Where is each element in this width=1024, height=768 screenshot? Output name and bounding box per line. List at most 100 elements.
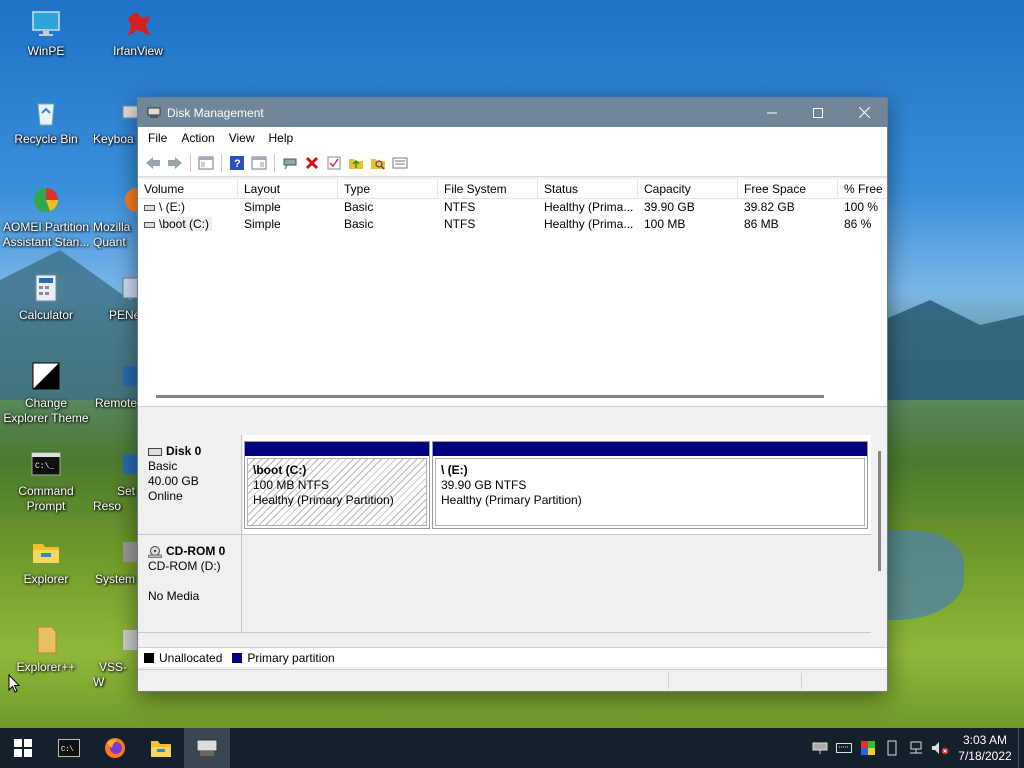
properties-button[interactable] xyxy=(389,152,411,174)
horizontal-scrollbar[interactable] xyxy=(156,395,824,398)
cell-percent-free: 86 % xyxy=(844,217,872,231)
properties-icon xyxy=(392,157,408,168)
desktop-icon-system[interactable]: System xyxy=(93,536,137,587)
delete-button[interactable] xyxy=(301,152,323,174)
column-header-layout[interactable]: Layout xyxy=(238,179,338,198)
column-header-capacity[interactable]: Capacity xyxy=(638,179,738,198)
scrollbar-thumb[interactable] xyxy=(878,451,881,571)
table-row[interactable]: \ (E:) Simple Basic NTFS Healthy (Prima.… xyxy=(138,199,887,216)
help-icon: ? xyxy=(230,155,244,170)
network-icon xyxy=(122,277,137,299)
maximize-button[interactable] xyxy=(795,98,841,127)
status-bar xyxy=(138,669,887,691)
connect-button[interactable] xyxy=(279,152,301,174)
title-bar[interactable]: Disk Management xyxy=(138,98,887,127)
desktop-icon-keyboard[interactable]: Keyboa xyxy=(93,96,137,147)
help-button[interactable]: ? xyxy=(226,152,248,174)
menu-help[interactable]: Help xyxy=(262,131,301,145)
tray-network[interactable] xyxy=(904,728,928,768)
vss-icon xyxy=(123,630,137,650)
desktop-icon-command-prompt[interactable]: C:\_ Command Prompt xyxy=(1,448,91,514)
disk-management-window[interactable]: Disk Management File Action View Help ? … xyxy=(137,97,888,692)
table-row[interactable]: \boot (C:) Simple Basic NTFS Healthy (Pr… xyxy=(138,216,887,233)
desktop-icon-winpe[interactable]: WinPE xyxy=(1,8,91,59)
close-button[interactable] xyxy=(841,98,887,127)
desktop-icon-aomei[interactable]: AOMEI Partition Assistant Stan... xyxy=(1,184,91,250)
column-header-type[interactable]: Type xyxy=(338,179,438,198)
desktop-icon-remote[interactable]: Remote xyxy=(93,360,137,411)
svg-text:C:\_: C:\_ xyxy=(35,462,54,471)
folder-up-button[interactable] xyxy=(345,152,367,174)
cdrom-0-drive: CD-ROM (D:) xyxy=(148,559,221,573)
menu-bar: File Action View Help xyxy=(138,127,887,149)
desktop-icon-penetwork[interactable]: PENe xyxy=(93,272,137,323)
color-app-icon xyxy=(861,741,875,755)
desktop-icon-firefox[interactable]: Mozilla Quant xyxy=(93,184,137,250)
taskbar-disk-management[interactable] xyxy=(184,728,230,768)
console-tree-button[interactable] xyxy=(195,152,217,174)
volume-list[interactable]: Volume Layout Type File System Status Ca… xyxy=(138,179,887,407)
cell-file-system: NTFS xyxy=(444,200,476,214)
partition-e[interactable]: \ (E:) 39.90 GB NTFS Healthy (Primary Pa… xyxy=(432,441,868,529)
folder-search-button[interactable] xyxy=(367,152,389,174)
desktop-icon-irfanview[interactable]: IrfanView xyxy=(93,8,183,59)
clock[interactable]: 3:03 AM 7/18/2022 xyxy=(952,732,1018,764)
forward-button[interactable] xyxy=(164,152,186,174)
windows-logo-icon xyxy=(14,739,32,757)
volume-icon xyxy=(144,221,155,228)
legend-swatch-primary xyxy=(232,652,243,663)
column-header-status[interactable]: Status xyxy=(538,179,638,198)
tray-network-drive[interactable] xyxy=(808,728,832,768)
show-hide-button[interactable] xyxy=(248,152,270,174)
menu-view[interactable]: View xyxy=(222,131,262,145)
tray-color-app[interactable] xyxy=(856,728,880,768)
console-tree-icon xyxy=(198,156,214,169)
back-button[interactable] xyxy=(142,152,164,174)
partition-name: \ (E:) xyxy=(441,463,468,477)
tray-keyboard[interactable] xyxy=(832,728,856,768)
minimize-button[interactable] xyxy=(749,98,795,127)
column-header-file-system[interactable]: File System xyxy=(438,179,538,198)
disk-graphical-view[interactable]: Disk 0 Basic 40.00 GB Online \boot (C:) … xyxy=(138,435,871,647)
column-header-free-space[interactable]: Free Space xyxy=(738,179,838,198)
column-header-percent-free[interactable]: % Free xyxy=(838,179,887,198)
partition-size: 100 MB NTFS xyxy=(253,478,330,492)
taskbar-explorer[interactable] xyxy=(138,728,184,768)
firefox-icon xyxy=(105,738,125,758)
tray-usb[interactable] xyxy=(880,728,904,768)
desktop-icon-calculator[interactable]: Calculator xyxy=(1,272,91,323)
check-button[interactable] xyxy=(323,152,345,174)
cell-type: Basic xyxy=(344,217,374,231)
cdrom-0-row[interactable]: CD-ROM 0 CD-ROM (D:) No Media xyxy=(138,535,871,633)
disk-0-row[interactable]: Disk 0 Basic 40.00 GB Online \boot (C:) … xyxy=(138,435,871,535)
menu-action[interactable]: Action xyxy=(174,131,221,145)
show-desktop-button[interactable] xyxy=(1018,728,1024,768)
legend-swatch-unallocated xyxy=(144,652,154,663)
recycle-bin-icon xyxy=(37,103,55,126)
volume-icon xyxy=(144,204,155,211)
menu-file[interactable]: File xyxy=(141,131,174,145)
tray-volume-muted[interactable] xyxy=(928,728,952,768)
cdrom-0-label[interactable]: CD-ROM 0 CD-ROM (D:) No Media xyxy=(138,535,242,632)
column-header-volume[interactable]: Volume xyxy=(138,179,238,198)
partition-boot-c[interactable]: \boot (C:) 100 MB NTFS Healthy (Primary … xyxy=(244,441,430,529)
disk-0-label[interactable]: Disk 0 Basic 40.00 GB Online xyxy=(138,435,242,534)
folder-search-icon xyxy=(371,158,385,170)
disk-icon xyxy=(148,447,162,456)
pane-splitter[interactable] xyxy=(138,408,887,435)
desktop-icon-explorer[interactable]: Explorer xyxy=(1,536,91,587)
desktop-icon-recycle-bin[interactable]: Recycle Bin xyxy=(1,96,91,147)
toolbar-separator xyxy=(190,153,191,172)
taskbar-firefox[interactable] xyxy=(92,728,138,768)
desktop-icon-change-theme[interactable]: Change Explorer Theme xyxy=(1,360,91,426)
disk-0-type: Basic xyxy=(148,459,178,473)
desktop-icon-set-resolution[interactable]: Set Reso xyxy=(93,448,137,514)
back-arrow-icon xyxy=(146,156,160,169)
taskbar-cmd[interactable]: C:\ xyxy=(46,728,92,768)
vertical-scrollbar[interactable] xyxy=(875,435,887,647)
clock-date: 7/18/2022 xyxy=(958,749,1012,763)
desktop-icon-explorerpp[interactable]: Explorer++ xyxy=(1,624,91,675)
start-button[interactable] xyxy=(0,728,46,768)
desktop-icon-vss[interactable]: VSS-W xyxy=(93,624,137,690)
cell-free-space: 86 MB xyxy=(744,217,779,231)
